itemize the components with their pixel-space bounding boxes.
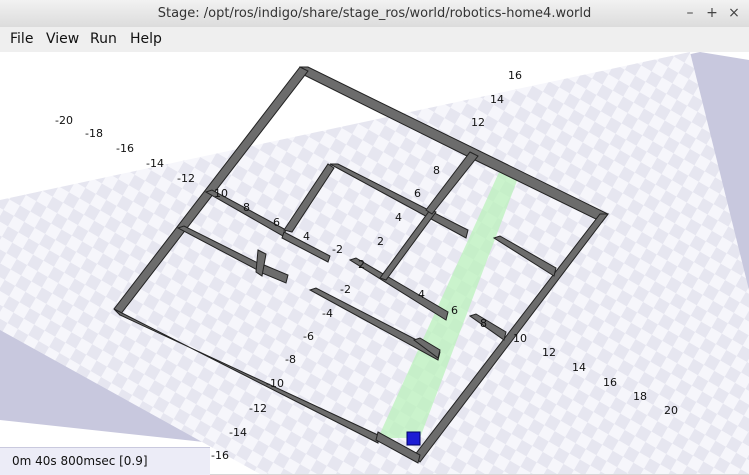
menu-help[interactable]: Help xyxy=(130,31,162,47)
axis-label: 2 xyxy=(358,258,365,271)
axis-label: 18 xyxy=(633,390,647,403)
axis-label: -14 xyxy=(229,426,247,439)
robot[interactable] xyxy=(406,431,421,446)
axis-label: -16 xyxy=(211,449,229,462)
axis-label: 14 xyxy=(490,93,504,106)
axis-label: 4 xyxy=(418,288,425,301)
axis-label: 12 xyxy=(471,116,485,129)
axis-label: -20 xyxy=(55,114,73,127)
axis-label: 4 xyxy=(303,230,310,243)
menu-bar: File View Run Help xyxy=(0,27,749,53)
axis-label: 20 xyxy=(664,404,678,417)
axis-label: 2 xyxy=(377,235,384,248)
window-title: Stage: /opt/ros/indigo/share/stage_ros/w… xyxy=(157,6,592,21)
axis-label: -4 xyxy=(322,307,333,320)
axis-label: -16 xyxy=(116,142,134,155)
axis-label: 8 xyxy=(480,317,487,330)
status-time: 0m 40s 800msec [0.9] xyxy=(12,454,148,468)
axis-label: 12 xyxy=(542,346,556,359)
title-bar: Stage: /opt/ros/indigo/share/stage_ros/w… xyxy=(0,0,749,28)
axis-label: -6 xyxy=(303,330,314,343)
menu-run[interactable]: Run xyxy=(90,31,117,47)
axis-label: 14 xyxy=(572,361,586,374)
axis-label: -8 xyxy=(285,353,296,366)
axis-label: 6 xyxy=(414,187,421,200)
axis-label: 10 xyxy=(214,187,228,200)
menu-view[interactable]: View xyxy=(46,31,79,47)
axis-label: -12 xyxy=(177,172,195,185)
axis-label: -2 xyxy=(332,243,343,256)
axis-label: 8 xyxy=(243,201,250,214)
maximize-button[interactable]: + xyxy=(703,4,721,22)
axis-label: -10 xyxy=(266,377,284,390)
axis-label: 6 xyxy=(451,304,458,317)
axis-label: -18 xyxy=(85,127,103,140)
minimize-button[interactable]: – xyxy=(681,4,699,22)
status-bar: 0m 40s 800msec [0.9] xyxy=(0,447,210,475)
axis-label: -12 xyxy=(249,402,267,415)
menu-file[interactable]: File xyxy=(10,31,33,47)
axis-label: -2 xyxy=(340,283,351,296)
axis-label: -14 xyxy=(146,157,164,170)
axis-label: 8 xyxy=(433,164,440,177)
axis-label: 6 xyxy=(273,216,280,229)
axis-label: 10 xyxy=(513,332,527,345)
axis-label: 4 xyxy=(395,211,402,224)
world-canvas[interactable]: -20 -18 -16 -14 -12 10 8 6 4 -2 16 14 12… xyxy=(0,52,749,474)
close-button[interactable]: × xyxy=(725,4,743,22)
stage-viewport[interactable]: -20 -18 -16 -14 -12 10 8 6 4 -2 16 14 12… xyxy=(0,52,749,474)
axis-label: 16 xyxy=(508,69,522,82)
axis-label: 16 xyxy=(603,376,617,389)
